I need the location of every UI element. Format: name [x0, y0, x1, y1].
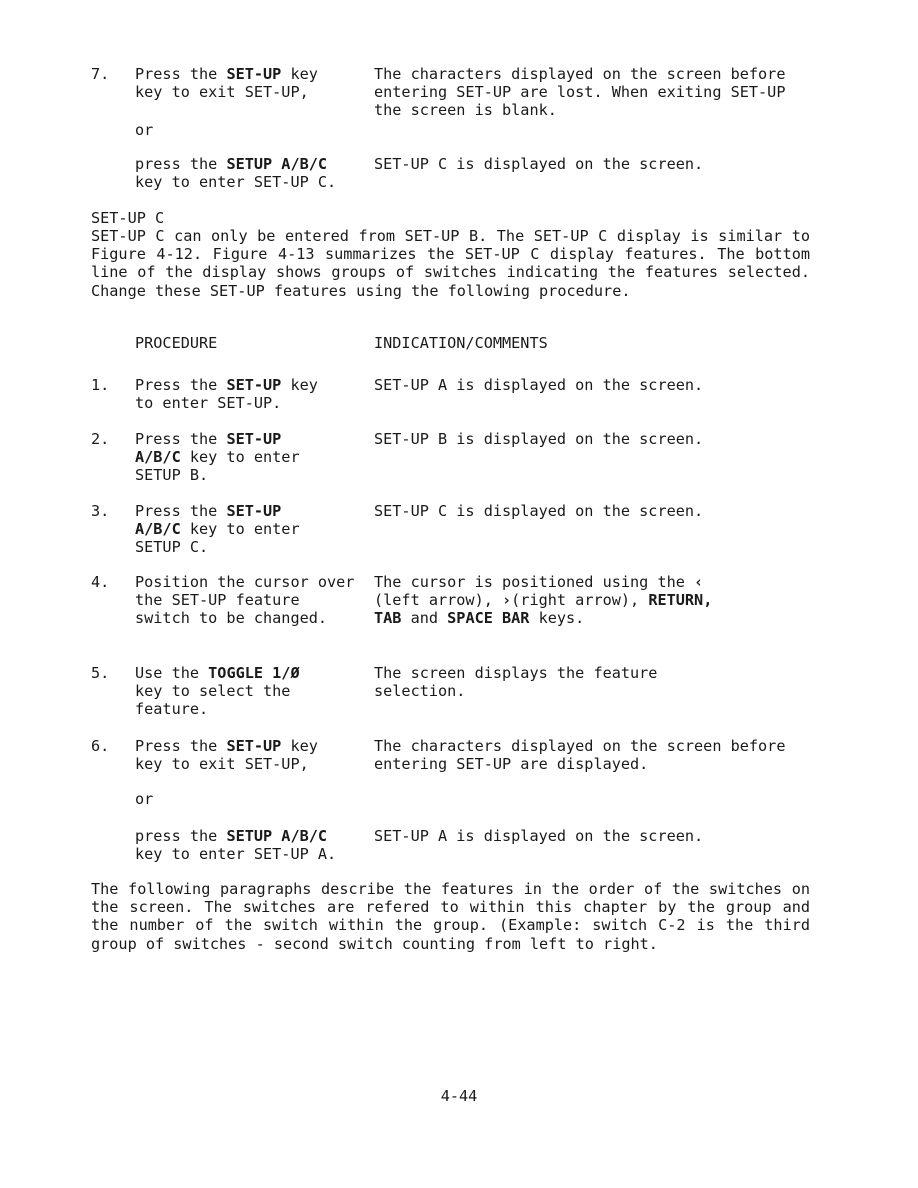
step-procedure-alt: press the SETUP A/B/C key to enter SET-U…: [135, 155, 337, 191]
or-separator: or: [135, 121, 154, 139]
or-separator: or: [135, 790, 154, 808]
step-procedure: Press the SET-UP key to enter SET-UP.: [135, 376, 318, 412]
step-number: 1.: [91, 376, 110, 394]
manual-page: 7. Press the SET-UP key key to exit SET-…: [0, 0, 918, 1188]
step-procedure: Press the SET-UP A/B/C key to enter SETU…: [135, 430, 300, 484]
section-heading: SET-UP C: [91, 209, 165, 227]
step-indication: The cursor is positioned using the ‹ (le…: [374, 573, 713, 627]
step-procedure-alt: press the SETUP A/B/C key to enter SET-U…: [135, 827, 337, 863]
step-procedure: Use the TOGGLE 1/Ø key to select the fea…: [135, 664, 300, 718]
step-indication: SET-UP C is displayed on the screen.: [374, 502, 704, 520]
section-paragraph: SET-UP C can only be entered from SET-UP…: [91, 227, 810, 300]
step-number: 2.: [91, 430, 110, 448]
step-procedure: Press the SET-UP key key to exit SET-UP,: [135, 65, 318, 101]
left-arrow-icon: ‹: [694, 573, 704, 591]
step-indication-alt: SET-UP C is displayed on the screen.: [374, 155, 704, 173]
step-indication: The screen displays the feature selectio…: [374, 664, 658, 700]
step-indication: The characters displayed on the screen b…: [374, 65, 786, 119]
step-number: 4.: [91, 573, 110, 591]
step-indication: SET-UP A is displayed on the screen.: [374, 376, 704, 394]
closing-paragraph: The following paragraphs describe the fe…: [91, 880, 810, 953]
step-procedure: Position the cursor over the SET-UP feat…: [135, 573, 355, 627]
step-number: 7.: [91, 65, 110, 83]
step-procedure: Press the SET-UP key key to exit SET-UP,: [135, 737, 318, 773]
step-number: 3.: [91, 502, 110, 520]
step-indication-alt: SET-UP A is displayed on the screen.: [374, 827, 704, 845]
step-number: 6.: [91, 737, 110, 755]
column-header-indication: INDICATION/COMMENTS: [374, 334, 548, 352]
step-indication: SET-UP B is displayed on the screen.: [374, 430, 704, 448]
step-indication: The characters displayed on the screen b…: [374, 737, 786, 773]
right-arrow-icon: ›: [502, 591, 512, 609]
column-header-procedure: PROCEDURE: [135, 334, 218, 352]
page-number: 4-44: [440, 1087, 478, 1105]
step-procedure: Press the SET-UP A/B/C key to enter SETU…: [135, 502, 300, 556]
step-number: 5.: [91, 664, 110, 682]
